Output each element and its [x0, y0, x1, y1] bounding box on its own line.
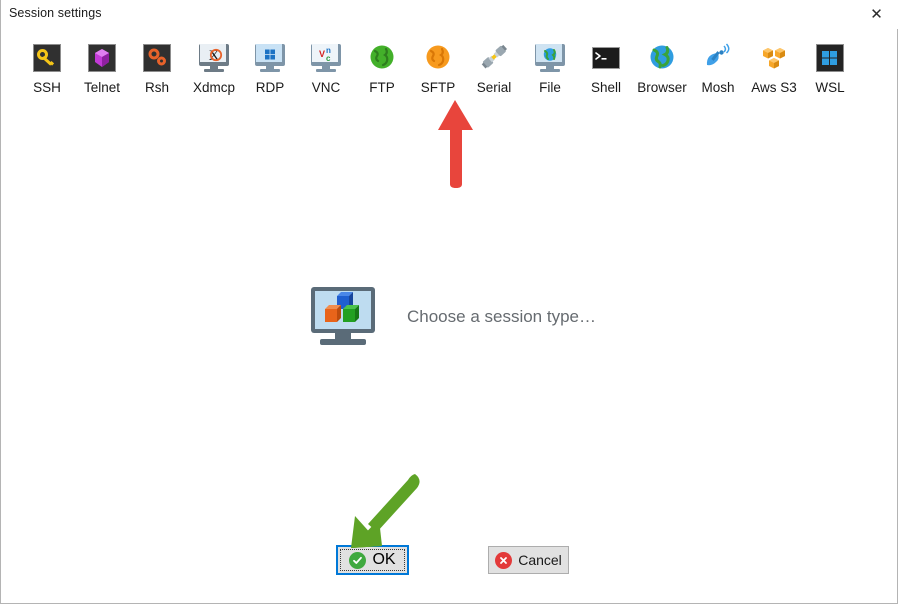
- session-label: VNC: [311, 80, 341, 95]
- session-label: WSL: [815, 80, 845, 95]
- session-type-aws-s3[interactable]: Aws S3: [742, 38, 806, 102]
- close-icon: ✕: [870, 4, 883, 23]
- session-label: FTP: [369, 80, 395, 95]
- checkmark-icon: [349, 551, 367, 569]
- session-label: Serial: [476, 80, 512, 95]
- session-type-vnc[interactable]: V n c VNC: [294, 38, 358, 102]
- session-type-sftp[interactable]: SFTP: [406, 38, 470, 102]
- session-label: RDP: [255, 80, 285, 95]
- terminal-icon: [590, 42, 622, 74]
- close-button[interactable]: ✕: [854, 0, 898, 28]
- aws-cubes-icon: [758, 42, 790, 74]
- session-type-file[interactable]: File: [518, 38, 582, 102]
- plug-icon: [478, 42, 510, 74]
- key-icon: [31, 42, 63, 74]
- close-circle-icon: [495, 551, 513, 569]
- session-label: Aws S3: [751, 80, 797, 95]
- session-label: Xdmcp: [192, 80, 236, 95]
- session-label: Mosh: [701, 80, 735, 95]
- session-type-serial[interactable]: Serial: [462, 38, 526, 102]
- red-arrow-annotation: [438, 100, 473, 188]
- session-label: Rsh: [144, 80, 169, 95]
- session-type-shell[interactable]: Shell: [574, 38, 638, 102]
- windows-monitor-icon: [254, 42, 286, 74]
- globe-icon: [646, 42, 678, 74]
- session-label: Telnet: [83, 80, 121, 95]
- session-label: File: [539, 80, 561, 95]
- wsl-icon: [814, 42, 846, 74]
- session-label: Browser: [637, 80, 687, 95]
- green-arrow-annotation: [351, 474, 420, 548]
- monitor-cubes-icon: [307, 287, 379, 347]
- cancel-button-label: Cancel: [518, 552, 562, 568]
- session-type-placeholder: Choose a session type…: [307, 287, 596, 347]
- session-label: SSH: [33, 80, 61, 95]
- gears-icon: [141, 42, 173, 74]
- session-type-xdmcp[interactable]: X Xdmcp: [182, 38, 246, 102]
- ok-button[interactable]: OK: [336, 545, 409, 575]
- orange-globe-icon: [422, 42, 454, 74]
- cancel-button[interactable]: Cancel: [488, 546, 569, 574]
- session-type-ftp[interactable]: FTP: [350, 38, 414, 102]
- session-settings-dialog: Session settings ✕ SSH Telnet Rsh X Xdmc…: [0, 0, 898, 604]
- svg-text:V: V: [319, 49, 325, 59]
- gem-icon: [86, 42, 118, 74]
- green-globe-icon: [366, 42, 398, 74]
- session-label: SFTP: [420, 80, 456, 95]
- ok-button-label: OK: [372, 551, 396, 568]
- x-monitor-icon: X: [198, 42, 230, 74]
- window-title: Session settings: [9, 6, 102, 20]
- session-type-browser[interactable]: Browser: [630, 38, 694, 102]
- file-monitor-icon: [534, 42, 566, 74]
- placeholder-text: Choose a session type…: [407, 307, 596, 326]
- satellite-icon: [702, 42, 734, 74]
- session-label: Shell: [590, 80, 622, 95]
- session-type-rdp[interactable]: RDP: [238, 38, 302, 102]
- session-type-toolbar: SSH Telnet Rsh X Xdmcp RDP V n c VNC FTP…: [1, 38, 898, 102]
- vnc-monitor-icon: V n c: [310, 42, 342, 74]
- session-type-mosh[interactable]: Mosh: [686, 38, 750, 102]
- title-bar: Session settings ✕: [1, 0, 898, 29]
- session-type-wsl[interactable]: WSL: [798, 38, 862, 102]
- session-type-rsh[interactable]: Rsh: [125, 38, 189, 102]
- svg-text:c: c: [326, 54, 331, 63]
